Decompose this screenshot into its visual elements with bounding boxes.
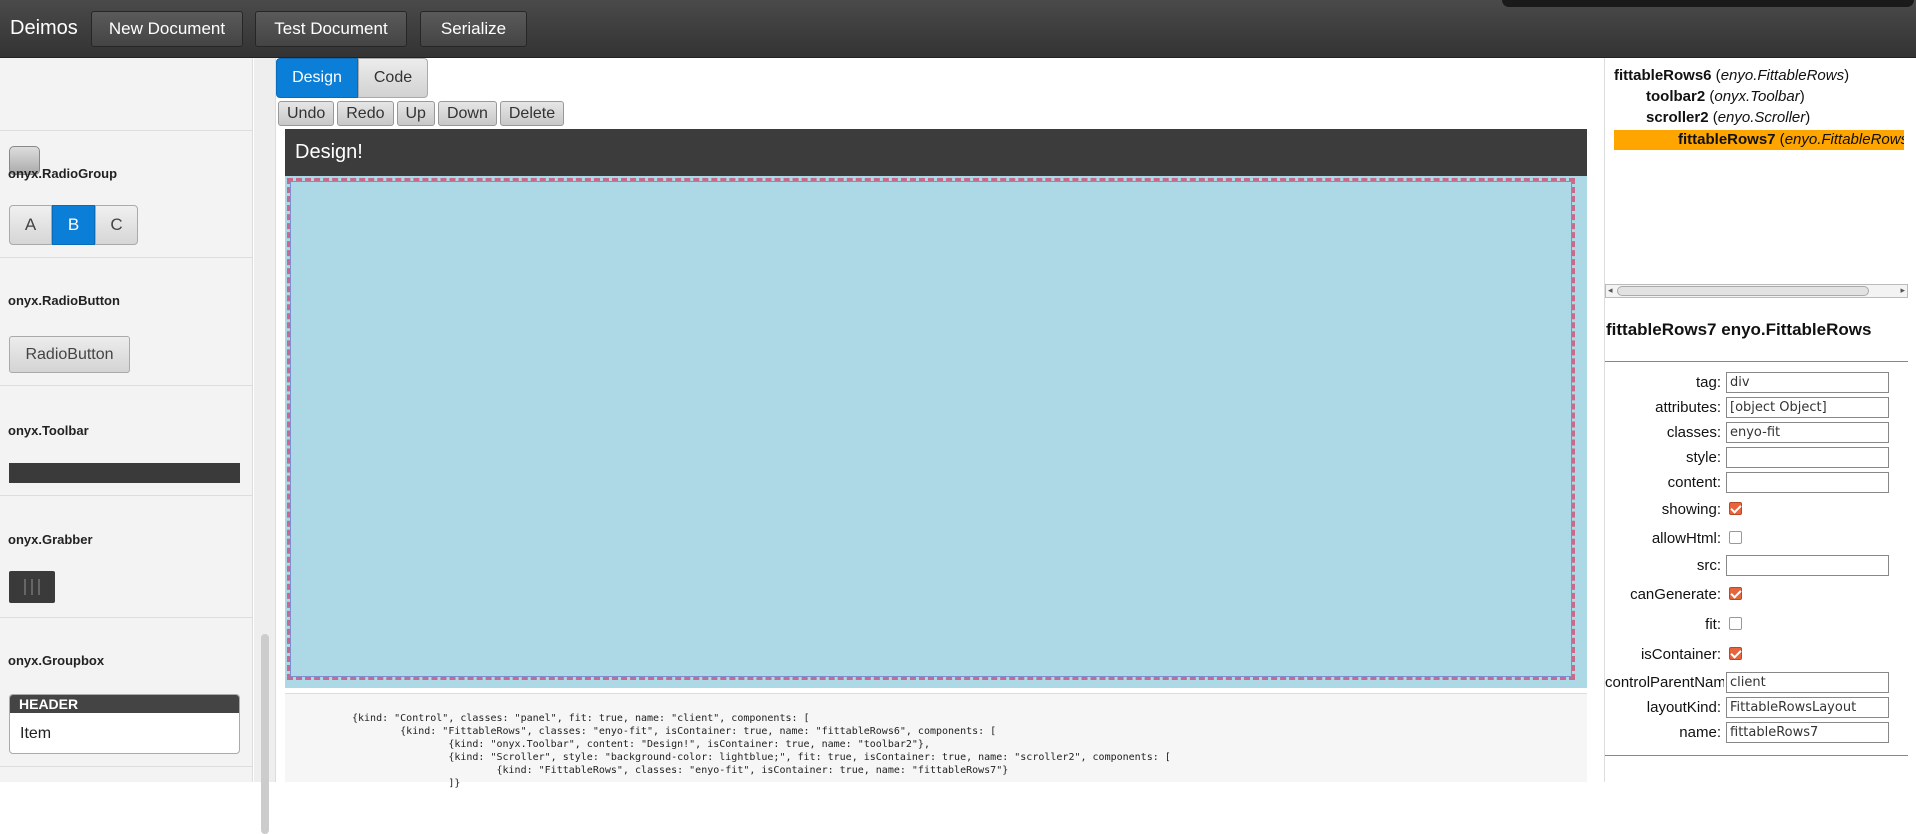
prop-label: showing: bbox=[1661, 501, 1721, 518]
tree-node[interactable]: toolbar2 (onyx.Toolbar) bbox=[1646, 88, 1805, 105]
prop-label: name: bbox=[1679, 724, 1721, 741]
palette-item-grabber[interactable]: onyx.Grabber bbox=[8, 532, 93, 547]
top-right-edge bbox=[1502, 0, 1914, 7]
prop-label: controlParentName: bbox=[1605, 674, 1724, 691]
tab-design[interactable]: Design bbox=[276, 58, 358, 98]
palette-divider bbox=[0, 766, 252, 767]
content-input[interactable] bbox=[1726, 472, 1889, 493]
prop-label: content: bbox=[1667, 474, 1721, 491]
code-line: {kind: "FittableRows", classes: "enyo-fi… bbox=[352, 726, 997, 737]
prop-label: src: bbox=[1696, 557, 1721, 574]
palette-item-radiogroup[interactable]: onyx.RadioGroup bbox=[8, 166, 117, 181]
prop-label: classes: bbox=[1666, 424, 1721, 441]
code-line: {kind: "Scroller", style: "background-co… bbox=[352, 752, 1171, 763]
radio-option-c[interactable]: C bbox=[95, 205, 138, 245]
tree-node[interactable]: fittableRows6 (enyo.FittableRows) bbox=[1614, 67, 1849, 84]
tree-node-kind: enyo.FittableRows bbox=[1784, 131, 1904, 148]
tree-node-kind: onyx.Toolbar bbox=[1714, 88, 1800, 105]
edit-actions: Undo Redo Up Down Delete bbox=[278, 101, 565, 126]
prop-label: style: bbox=[1685, 449, 1721, 466]
top-toolbar: Deimos New Document Test Document Serial… bbox=[0, 0, 1916, 58]
inspector-title: fittableRows7 enyo.FittableRows bbox=[1606, 320, 1872, 339]
component-palette: onyx.RadioGroup A B C onyx.RadioButton R… bbox=[0, 58, 253, 782]
inspector-divider bbox=[1605, 755, 1908, 756]
tab-code[interactable]: Code bbox=[358, 58, 428, 98]
groupbox-preview[interactable]: HEADER Item bbox=[9, 694, 240, 754]
grabber-preview[interactable] bbox=[9, 571, 55, 603]
code-line: {kind: "FittableRows", classes: "enyo-fi… bbox=[352, 765, 1009, 776]
iscontainer-checkbox[interactable] bbox=[1729, 647, 1742, 660]
palette-divider bbox=[0, 130, 252, 131]
allowhtml-checkbox[interactable] bbox=[1729, 531, 1742, 544]
tree-node-name: toolbar2 bbox=[1646, 88, 1706, 105]
editor-tabs: Design Code bbox=[276, 58, 428, 98]
style-input[interactable] bbox=[1726, 447, 1889, 468]
fit-checkbox[interactable] bbox=[1729, 617, 1742, 630]
classes-input[interactable]: enyo-fit bbox=[1726, 422, 1889, 443]
src-input[interactable] bbox=[1726, 555, 1889, 576]
prop-label: attributes: bbox=[1655, 399, 1721, 416]
design-canvas-scroller[interactable] bbox=[285, 176, 1587, 688]
code-preview: {kind: "Control", classes: "panel", fit:… bbox=[285, 693, 1587, 789]
new-document-button[interactable]: New Document bbox=[91, 11, 243, 47]
up-button[interactable]: Up bbox=[396, 101, 435, 126]
inspector-divider bbox=[1605, 361, 1908, 362]
attributes-input[interactable]: [object Object] bbox=[1726, 397, 1889, 418]
tree-node-name: scroller2 bbox=[1646, 109, 1709, 126]
design-canvas-toolbar[interactable]: Design! bbox=[285, 129, 1587, 176]
showing-checkbox[interactable] bbox=[1729, 502, 1742, 515]
layoutkind-input[interactable]: FittableRowsLayout bbox=[1726, 697, 1889, 718]
palette-divider bbox=[0, 495, 252, 496]
radio-option-a[interactable]: A bbox=[9, 205, 52, 245]
selected-fittable-rows[interactable] bbox=[287, 178, 1575, 680]
prop-label: tag: bbox=[1695, 374, 1721, 391]
tree-node-name: fittableRows6 bbox=[1614, 67, 1712, 84]
scroll-left-icon[interactable]: ◂ bbox=[1608, 285, 1613, 296]
groupbox-header: HEADER bbox=[10, 695, 239, 713]
palette-divider bbox=[0, 257, 252, 258]
tree-node-kind: enyo.FittableRows bbox=[1720, 67, 1845, 84]
palette-item-toolbar[interactable]: onyx.Toolbar bbox=[8, 423, 89, 438]
tree-horizontal-scrollbar[interactable]: ◂ ▸ bbox=[1605, 284, 1908, 298]
redo-button[interactable]: Redo bbox=[337, 101, 394, 126]
tree-node[interactable]: scroller2 (enyo.Scroller) bbox=[1646, 109, 1810, 126]
groupbox-item: Item bbox=[20, 725, 52, 742]
scroll-right-icon[interactable]: ▸ bbox=[1900, 285, 1905, 296]
palette-divider bbox=[0, 385, 252, 386]
toolbar-preview[interactable] bbox=[9, 463, 240, 483]
tree-node-name: fittableRows7 bbox=[1678, 131, 1776, 148]
code-line: ]} bbox=[352, 778, 461, 789]
palette-divider bbox=[0, 617, 252, 618]
undo-button[interactable]: Undo bbox=[278, 101, 335, 126]
delete-button[interactable]: Delete bbox=[499, 101, 565, 126]
test-document-button[interactable]: Test Document bbox=[255, 11, 407, 47]
serialize-button[interactable]: Serialize bbox=[420, 11, 527, 47]
tree-node-selected[interactable]: fittableRows7 (enyo.FittableRows) bbox=[1678, 131, 1904, 148]
radio-button-preview[interactable]: RadioButton bbox=[9, 336, 130, 373]
prop-label: isContainer: bbox=[1640, 646, 1721, 663]
scrollbar-thumb[interactable] bbox=[1617, 286, 1869, 296]
palette-scrollbar[interactable] bbox=[254, 58, 276, 834]
code-line: {kind: "onyx.Toolbar", content: "Design!… bbox=[352, 739, 930, 750]
down-button[interactable]: Down bbox=[437, 101, 497, 126]
palette-item-radiobutton[interactable]: onyx.RadioButton bbox=[8, 293, 120, 308]
radio-group-preview: A B C bbox=[9, 205, 138, 245]
radio-option-b[interactable]: B bbox=[52, 205, 95, 245]
scrollbar-thumb[interactable] bbox=[261, 634, 269, 834]
name-input[interactable]: fittableRows7 bbox=[1726, 722, 1889, 743]
app-title: Deimos bbox=[10, 17, 78, 39]
palette-item-groupbox[interactable]: onyx.Groupbox bbox=[8, 653, 104, 668]
code-line: {kind: "Control", classes: "panel", fit:… bbox=[352, 713, 810, 724]
prop-label: layoutKind: bbox=[1646, 699, 1721, 716]
tag-input[interactable]: div bbox=[1726, 372, 1889, 393]
tree-node-kind: enyo.Scroller bbox=[1717, 109, 1806, 126]
prop-label: allowHtml: bbox=[1651, 530, 1721, 547]
prop-label: canGenerate: bbox=[1630, 586, 1721, 603]
controlparentname-input[interactable]: client bbox=[1726, 672, 1889, 693]
prop-label: fit: bbox=[1705, 616, 1721, 633]
inspector-panel: fittableRows6 (enyo.FittableRows) toolba… bbox=[1604, 58, 1916, 782]
cangenerate-checkbox[interactable] bbox=[1729, 587, 1742, 600]
